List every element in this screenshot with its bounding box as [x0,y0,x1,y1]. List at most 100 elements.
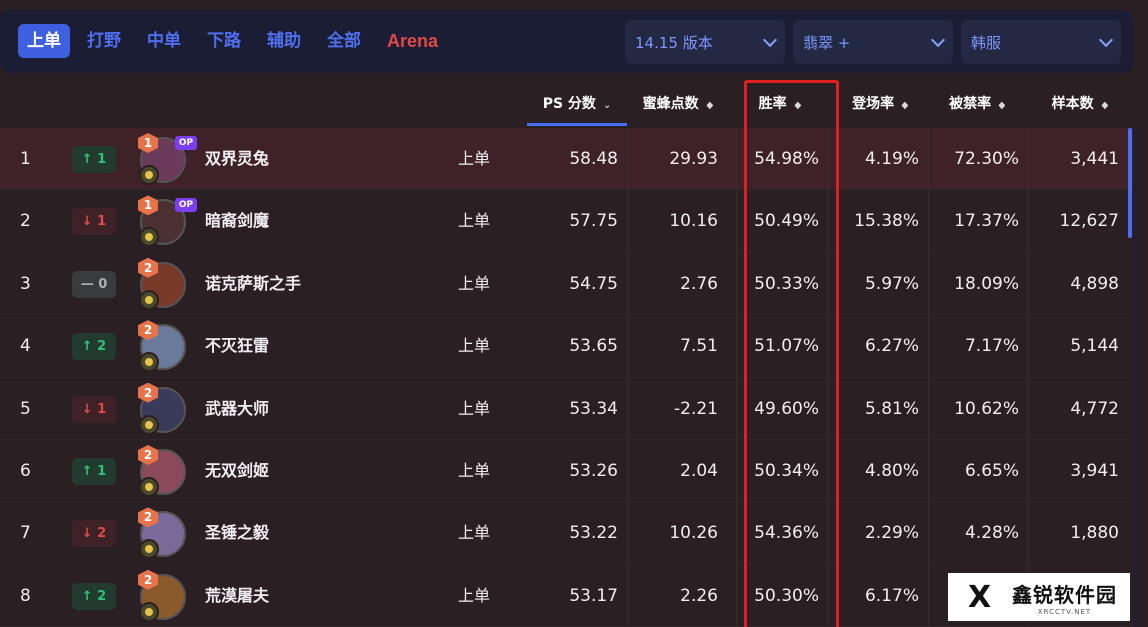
column-divider [627,128,628,627]
banrate-value: 72.30% [954,149,1019,169]
tier-list-table: 1 ↑ 1 1 OP 双界灵兔 上单 58.48 29.93 54.98% 4.19% 72.30%… [0,128,1133,627]
sample-size-value: 1,880 [1070,523,1119,544]
sample-size-value: 12,627 [1059,211,1119,232]
version-select-value: 14.15 版本 [635,33,713,52]
mifeng-score: -2.21 [674,398,718,419]
mifeng-score: 29.93 [669,149,718,169]
column-samples[interactable]: 样本数 ◆ [1035,86,1125,126]
banrate-value: 10.62% [954,398,1019,419]
tab-jungle[interactable]: 打野 [78,24,130,58]
rank-change-badge: ↑ 2 [72,582,116,610]
lane-label: 上单 [458,149,491,168]
tab-top[interactable]: 上单 [18,24,70,58]
chevron-down-icon [762,32,778,47]
ps-score: 54.75 [569,273,618,294]
ps-score: 53.65 [569,336,618,357]
rank-change-badge: ↓ 1 [72,208,116,236]
champion-name[interactable]: 不灭狂雷 [205,315,269,377]
tab-arena[interactable]: Arena [378,24,447,58]
champion-name[interactable]: 诺克萨斯之手 [205,253,301,315]
column-banrate[interactable]: 被禁率 ◆ [935,86,1020,126]
table-row[interactable]: 6 ↑ 1 2 无双剑姬 上单 53.26 2.04 50.34% 4.80% 6.65% 3,94… [0,439,1133,503]
column-divider [1028,128,1029,627]
winrate-value: 54.98% [754,149,819,169]
sample-size-value: 3,441 [1070,149,1119,169]
tab-mid[interactable]: 中单 [138,24,190,58]
version-select[interactable]: 14.15 版本 [625,20,785,64]
table-row[interactable]: 5 ↓ 1 2 武器大师 上单 53.34 -2.21 49.60% 5.81% 10.62% 4,… [0,377,1133,440]
ps-score: 57.75 [569,211,618,232]
rank-change-badge: — 0 [72,270,116,298]
column-ps-score[interactable]: PS 分数 ⌄ [527,86,627,126]
rank-number: 1 [20,149,31,169]
champion-name[interactable]: 无双剑姬 [205,440,269,502]
lane-label: 上单 [458,273,491,293]
winrate-value: 50.49% [754,211,819,232]
banrate-value: 17.37% [954,211,1019,232]
rank-select[interactable]: 翡翠 + [793,20,953,64]
watermark-title: 鑫锐软件园 [1012,582,1117,607]
lane-label: 上单 [458,460,491,480]
mifeng-score: 10.16 [669,211,718,232]
sort-icon: ◆ [706,100,713,111]
champion-name[interactable]: 武器大师 [205,378,269,440]
rank-number: 3 [20,273,31,294]
table-row[interactable]: 1 ↑ 1 1 OP 双界灵兔 上单 58.48 29.93 54.98% 4.19% 72.30%… [0,128,1133,191]
mifeng-score: 2.26 [680,585,718,606]
rank-change-badge: ↓ 1 [72,395,116,423]
column-divider [828,128,829,627]
rank-select-value: 翡翠 + [803,33,851,52]
sample-size-value: 3,941 [1070,460,1119,481]
champion-name[interactable]: 暗裔剑魔 [205,190,269,252]
banrate-value: 6.65% [964,460,1019,481]
op-badge: OP [175,198,197,213]
tab-all[interactable]: 全部 [318,24,370,58]
rune-icon [139,539,159,560]
rank-change-badge: ↑ 1 [72,457,116,485]
column-label: 样本数 [1051,96,1094,112]
table-row[interactable]: 7 ↓ 2 2 圣锤之毅 上单 53.22 10.26 54.36% 2.29% 4.28% 1,8… [0,502,1133,565]
champion-name[interactable]: 双界灵兔 [205,128,269,190]
sample-size-value: 5,144 [1070,336,1119,357]
champion-name[interactable]: 荒漠屠夫 [205,565,269,627]
table-row[interactable]: 4 ↑ 2 2 不灭狂雷 上单 53.65 7.51 51.07% 6.27% 7.17% 5,14… [0,315,1133,378]
mifeng-score: 2.04 [680,460,718,481]
winrate-value: 50.30% [754,585,819,606]
pickrate-value: 2.29% [864,523,919,544]
pickrate-value: 15.38% [854,211,919,232]
tab-bot[interactable]: 下路 [198,24,250,58]
column-pickrate[interactable]: 登场率 ◆ [838,86,923,126]
pickrate-value: 6.27% [864,336,919,357]
column-label: PS 分数 [542,96,596,112]
pickrate-value: 4.80% [864,460,919,481]
column-mifeng[interactable]: 蜜蜂点数 ◆ [628,86,728,126]
mifeng-score: 10.26 [669,523,718,544]
lane-label: 上单 [458,336,491,356]
mifeng-score: 2.76 [680,273,718,294]
column-winrate[interactable]: 胜率 ◆ [745,86,815,126]
rank-number: 7 [20,523,31,544]
op-badge: OP [175,136,197,150]
rune-icon [139,476,159,497]
scrollbar-track[interactable] [1134,128,1140,627]
ps-score: 53.17 [569,585,618,606]
tab-support[interactable]: 辅助 [258,24,310,58]
rank-number: 6 [20,460,31,481]
scrollbar-thumb[interactable] [1128,128,1132,238]
sort-icon: ◆ [1101,100,1108,111]
table-row[interactable]: 3— 0 2 诺克萨斯之手 上单 54.75 2.76 50.33% 5.97% 18.09% 4… [0,252,1133,316]
lane-label: 上单 [458,211,491,231]
champion-name[interactable]: 圣锤之毅 [205,502,269,564]
column-divider [736,128,737,627]
pickrate-value: 4.19% [864,149,919,169]
top-bar: 上单 打野 中单 下路 辅助 全部 Arena 14.15 版本 翡翠 + 韩服 [0,10,1133,73]
table-row[interactable]: 2 ↓ 1 1 OP 暗裔剑魔 上单 57.75 10.16 50.49% 15.38% 17.37… [0,190,1133,253]
server-select[interactable]: 韩服 [961,20,1121,64]
column-label: 蜜蜂点数 [642,96,699,112]
watermark: X 鑫锐软件园 XRCCTV.NET [948,573,1130,621]
table-header: PS 分数 ⌄ 蜜蜂点数 ◆ 胜率 ◆ 登场率 ◆ 被禁率 ◆ 样本数 ◆ [0,86,1133,128]
winrate-value: 51.07% [754,336,819,357]
rune-icon [139,601,159,622]
pickrate-value: 6.17% [864,585,919,606]
lane-label: 上单 [458,523,491,543]
